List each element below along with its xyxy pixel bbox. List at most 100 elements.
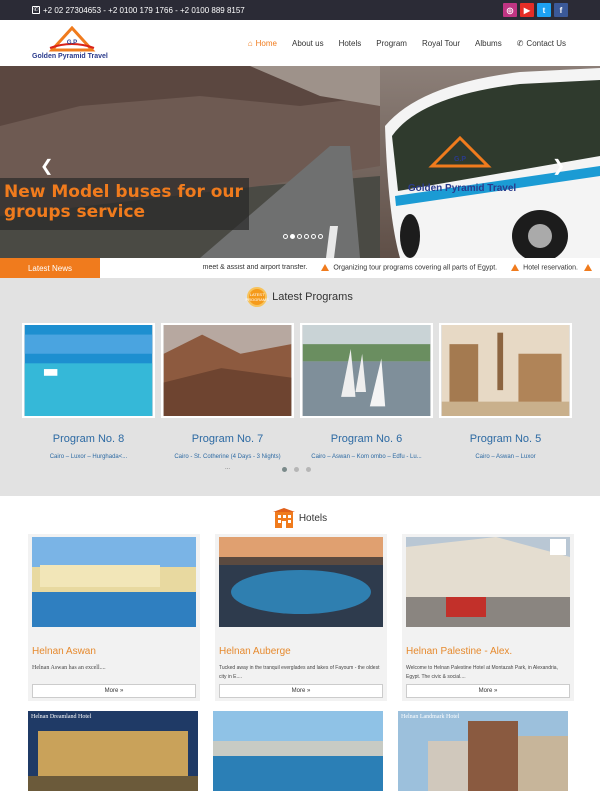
hotel-card[interactable]: Helnan Auberge Tucked away in the tranqu… [215,534,387,701]
slide-dot[interactable] [297,234,302,239]
top-bar: ✆ +2 02 27304653 - +2 0100 179 1766 - +2… [0,0,600,20]
phone-text: +2 02 27304653 - +2 0100 179 1766 - +2 0… [43,5,245,15]
hotel-card[interactable]: Helnan Dreamland Hotel [28,711,198,791]
bus-logo-mark: G.P [454,156,466,163]
logo-text: Golden Pyramid Travel [32,53,108,60]
program-list: Program No. 8 Cairo – Luxor – Hurghada<.… [0,323,600,471]
program-pager [282,467,311,472]
section-header: LATEST PROGRAMS Latest Programs [0,278,600,308]
program-title: Program No. 5 [469,433,542,445]
program-desc: Cairo – Aswan – Kom ombo – Edfu - Lu... [311,454,422,460]
hotel-image-label: Helnan Landmark Hotel [401,714,460,720]
hotel-card[interactable]: Helnan Aswan Helnan Aswan has an excell.… [28,534,200,701]
next-arrow-icon[interactable]: ❯ [552,156,565,176]
prev-arrow-icon[interactable]: ❮ [40,156,53,176]
hotel-image [28,711,198,791]
hotel-image [398,711,568,791]
more-button[interactable]: More » [219,684,383,698]
program-desc: Cairo - St. Cotherine (4 Days - 3 Nights… [174,454,281,460]
hotel-image-label: Helnan Dreamland Hotel [31,714,92,720]
program-desc: Cairo – Aswan – Luxor [475,454,536,460]
main-nav: ⌂ Home About us Hotels Program Royal Tour… [248,39,566,48]
hotel-image [32,537,196,627]
hotel-desc: Welcome to Helnan Palestine Hotel at Mon… [406,665,558,680]
hotel-image [406,537,570,627]
news-item[interactable]: Hotel reservation. [511,264,596,272]
program-image [161,323,294,418]
news-item[interactable]: Organizing tour programs covering all pa… [321,264,498,272]
hotel-desc: Helnan Aswan has an excell.... [32,665,106,671]
program-title: Program No. 6 [330,433,403,445]
more-button[interactable]: More » [406,684,570,698]
more-button[interactable]: More » [32,684,196,698]
nav-home-label: Home [255,38,277,48]
slide-dot[interactable] [283,234,288,239]
triangle-icon [584,264,592,272]
nav-home[interactable]: ⌂ Home [248,39,277,48]
program-image [22,323,155,418]
pager-dot[interactable] [306,467,311,472]
hotel-card[interactable] [213,711,383,791]
hotel-name: Helnan Aswan [32,646,96,657]
hotel-image [213,711,383,791]
news-item-text: Hotel reservation. [523,264,578,272]
hero-slider: G.P Golden Pyramid Travel New Model buse… [0,66,600,258]
slide-dot[interactable] [290,234,295,239]
hotel-card[interactable]: Helnan Landmark Hotel [398,711,568,791]
latest-programs-badge-icon: LATEST PROGRAMS [245,286,269,307]
slide-dot[interactable] [311,234,316,239]
program-card[interactable]: Program No. 5 Cairo – Aswan – Luxor [439,323,572,471]
slider-dots [283,234,323,239]
hotel-name: Helnan Auberge [219,646,291,657]
ticker-items: meet & assist and airport transfer. Orga… [100,264,600,272]
slide-caption: New Model buses for our groups service [0,178,249,230]
triangle-icon [321,264,330,272]
program-title: Program No. 7 [191,433,264,445]
slide-dot[interactable] [318,234,323,239]
facebook-icon[interactable]: f [554,3,568,17]
nav-program[interactable]: Program [376,39,407,48]
program-card[interactable]: Program No. 6 Cairo – Aswan – Kom ombo –… [300,323,433,471]
nav-royal-tour[interactable]: Royal Tour [422,39,460,48]
hotels-header: Hotels [0,502,600,534]
triangle-icon [511,264,520,272]
hotel-desc: Tucked away in the tranquil everglades a… [219,665,380,680]
news-item-text: Organizing tour programs covering all pa… [333,264,498,272]
pager-dot[interactable] [294,467,299,472]
nav-contact-label: Contact Us [526,38,566,48]
hotels-title: Hotels [298,512,328,524]
twitter-icon[interactable]: t [537,3,551,17]
instagram-icon[interactable]: ◎ [503,3,517,17]
nav-about-us[interactable]: About us [292,39,324,48]
bus-text: Golden Pyramid Travel [408,183,517,194]
section-title: Latest Programs [272,290,353,303]
slide-dot[interactable] [304,234,309,239]
program-image [439,323,572,418]
news-item[interactable]: meet & assist and airport transfer. [203,264,308,271]
social-links: ◎ ▶ t f [503,3,568,17]
phone-icon: ✆ [32,6,40,14]
home-icon: ⌂ [247,38,253,48]
hotel-name: Helnan Palestine - Alex. [406,646,513,657]
nav-hotels[interactable]: Hotels [339,39,362,48]
youtube-icon[interactable]: ▶ [520,3,534,17]
hotel-building-icon [272,508,295,528]
hotel-list: Helnan Aswan Helnan Aswan has an excell.… [0,534,600,701]
hotel-card[interactable]: Helnan Palestine - Alex. Welcome to Heln… [402,534,574,701]
program-more: ... [224,465,230,471]
hotel-list-row-2: Helnan Dreamland Hotel Helnan Landmark H… [0,711,600,791]
news-item-text: meet & assist and airport transfer. [202,264,308,272]
program-card[interactable]: Program No. 7 Cairo - St. Cotherine (4 D… [161,323,294,471]
nav-contact-us[interactable]: ✆ Contact Us [517,39,566,48]
pager-dot[interactable] [282,467,287,472]
logo[interactable]: G.P Golden Pyramid Travel [32,26,108,60]
hotel-image [219,537,383,627]
program-desc: Cairo – Luxor – Hurghada<... [49,454,128,460]
caption-line-1: New Model buses for our [4,182,243,202]
nav-albums[interactable]: Albums [475,39,502,48]
program-title: Program No. 8 [52,433,125,445]
latest-programs-section: LATEST PROGRAMS Latest Programs Program … [0,278,600,496]
caption-line-2: groups service [4,202,146,222]
program-card[interactable]: Program No. 8 Cairo – Luxor – Hurghada<.… [22,323,155,471]
phone-icon: ✆ [516,38,524,48]
